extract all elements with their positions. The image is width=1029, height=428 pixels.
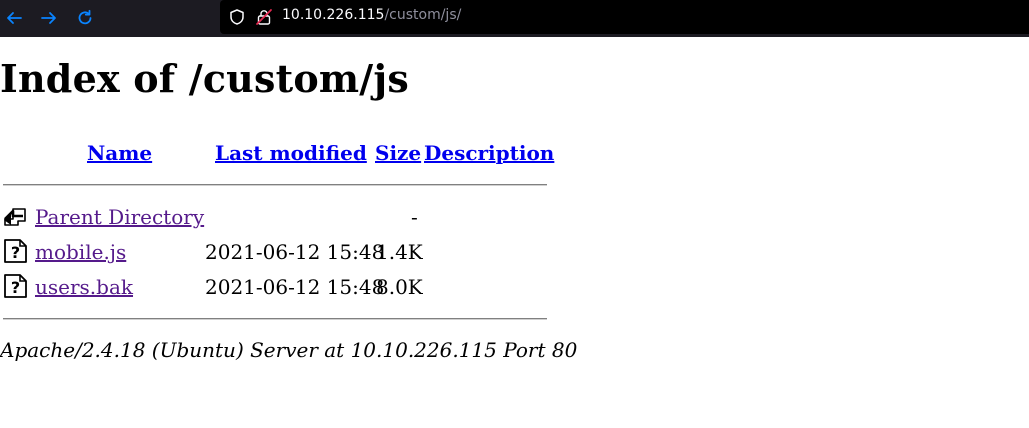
url-host: 10.10.226.115 — [282, 7, 385, 23]
browser-toolbar: 10.10.226.115/custom/js/ — [0, 0, 1029, 37]
back-folder-icon — [4, 208, 26, 226]
row-link-parent-directory[interactable]: Parent Directory — [35, 204, 204, 230]
svg-text:?: ? — [11, 243, 20, 262]
forward-button[interactable] — [39, 8, 59, 28]
row-last-modified: 2021-06-12 15:48 — [205, 240, 385, 264]
reload-button[interactable] — [75, 8, 95, 28]
forward-icon — [41, 12, 56, 24]
column-header-description[interactable]: Description — [424, 140, 554, 166]
svg-text:?: ? — [11, 278, 20, 297]
column-header-last-modified[interactable]: Last modified — [215, 140, 367, 166]
url-path: /custom/js/ — [384, 7, 462, 23]
row-link-mobile-js[interactable]: mobile.js — [35, 239, 126, 265]
footer-divider — [3, 318, 547, 320]
column-header-name[interactable]: Name — [87, 140, 152, 166]
reload-icon — [78, 9, 92, 25]
row-link-users-bak[interactable]: users.bak — [35, 274, 133, 300]
insecure-lock-icon[interactable] — [255, 8, 273, 26]
unknown-file-icon: ? — [4, 239, 27, 263]
back-button[interactable] — [4, 8, 24, 28]
page-title: Index of /custom/js — [0, 56, 409, 101]
row-size: 1.4K — [376, 240, 423, 264]
row-size: - — [411, 205, 418, 229]
shield-icon[interactable] — [228, 8, 246, 26]
row-size: 8.0K — [376, 275, 423, 299]
row-last-modified: 2021-06-12 15:48 — [205, 275, 385, 299]
header-divider — [3, 184, 547, 186]
back-icon — [7, 12, 22, 24]
url-bar[interactable]: 10.10.226.115/custom/js/ — [220, 0, 1029, 34]
server-signature: Apache/2.4.18 (Ubuntu) Server at 10.10.2… — [0, 338, 578, 362]
unknown-file-icon: ? — [4, 274, 27, 298]
url-text[interactable]: 10.10.226.115/custom/js/ — [282, 7, 461, 23]
column-header-size[interactable]: Size — [375, 140, 421, 166]
